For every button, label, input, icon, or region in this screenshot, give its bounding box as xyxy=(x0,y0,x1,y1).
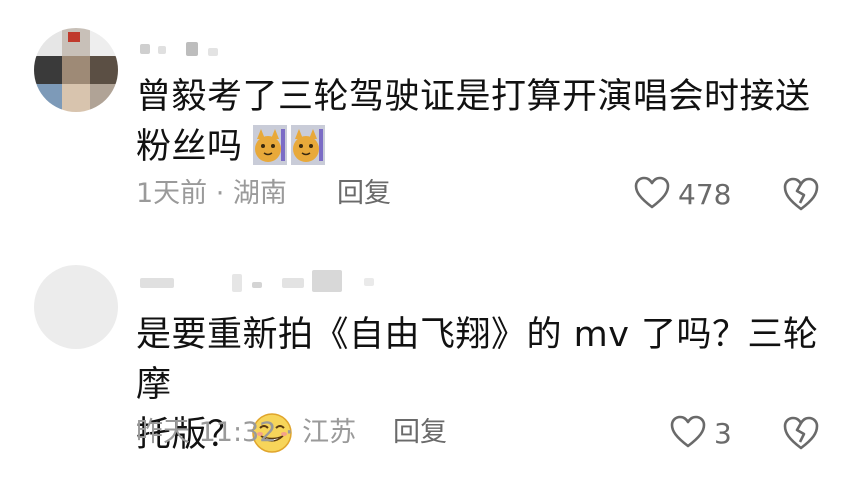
cat-emoji xyxy=(252,125,287,165)
broken-heart-outline-icon xyxy=(782,177,820,216)
reply-button[interactable]: 回复 xyxy=(337,176,391,212)
dislike-button[interactable] xyxy=(782,415,820,455)
comment-text-fragment: 粉丝吗 xyxy=(136,127,243,167)
user-avatar[interactable] xyxy=(34,28,118,112)
time-location: 昨天 11:32 · 江苏 xyxy=(136,417,357,448)
like-count: 3 xyxy=(714,417,732,450)
heart-outline-icon xyxy=(634,176,670,214)
comment-item: 是要重新拍《自由飞翔》的 mv 了吗？三轮摩 托版？ 昨天 11:32 · 江苏… xyxy=(0,240,849,496)
like-count: 478 xyxy=(678,178,732,211)
cat-emoji xyxy=(290,125,325,165)
comment-item: 曾毅考了三轮驾驶证是打算开演唱会时接送 粉丝吗 1天前 · 湖南 回复 478 xyxy=(0,0,849,240)
dislike-button[interactable] xyxy=(782,176,820,216)
heart-outline-icon xyxy=(670,415,706,453)
broken-heart-outline-icon xyxy=(782,416,820,455)
reply-button[interactable]: 回复 xyxy=(393,415,447,451)
comment-text-line: 是要重新拍《自由飞翔》的 mv 了吗？三轮摩 xyxy=(136,315,819,405)
comment-text-line: 粉丝吗 xyxy=(136,122,826,172)
comment-text-line: 曾毅考了三轮驾驶证是打算开演唱会时接送 xyxy=(136,77,811,117)
time-location: 1天前 · 湖南 xyxy=(136,178,287,209)
username-blurred[interactable] xyxy=(136,40,276,66)
username-blurred[interactable] xyxy=(136,268,396,294)
comment-text: 曾毅考了三轮驾驶证是打算开演唱会时接送 粉丝吗 xyxy=(136,72,826,172)
user-avatar[interactable] xyxy=(34,265,118,349)
like-button[interactable]: 3 xyxy=(670,415,732,453)
like-button[interactable]: 478 xyxy=(634,176,731,214)
